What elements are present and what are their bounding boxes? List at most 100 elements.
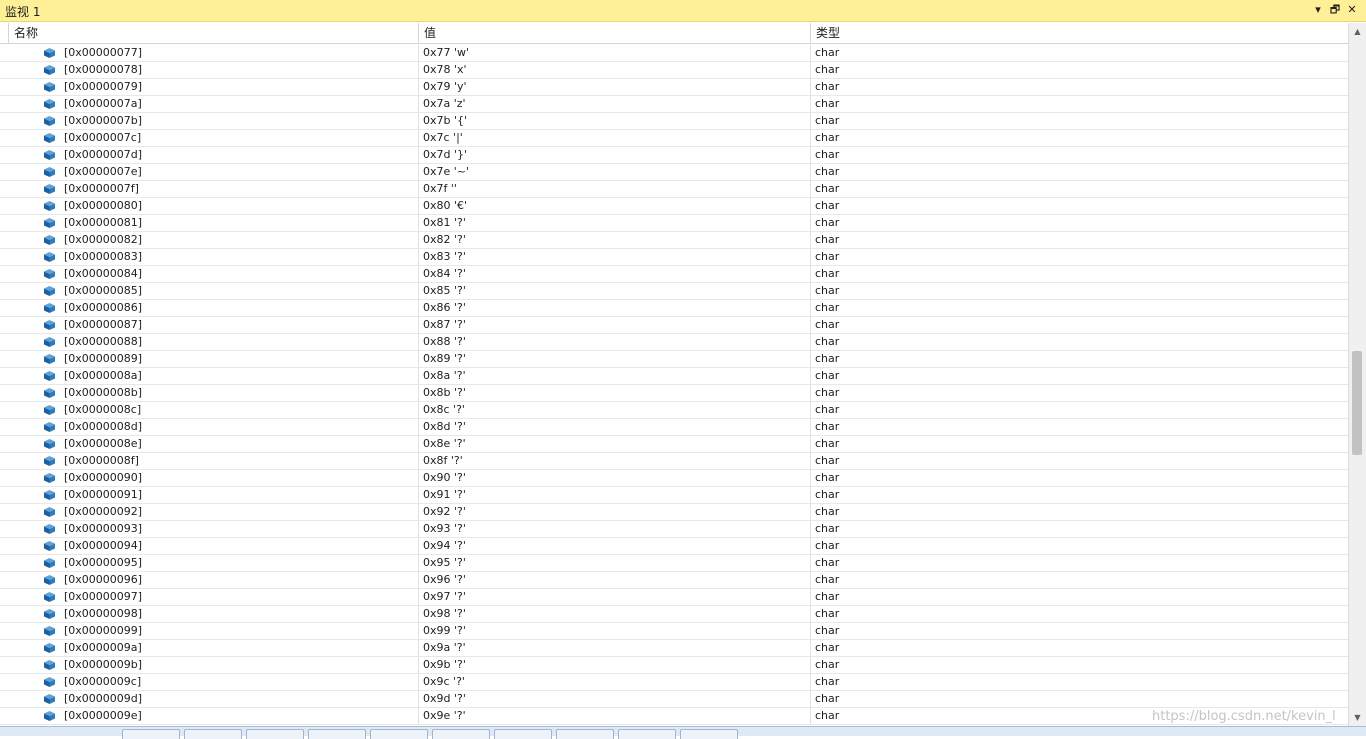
watch-row[interactable]: [0x00000089] 0x89 '?' char bbox=[0, 351, 1348, 368]
watch-row[interactable]: [0x00000085] 0x85 '?' char bbox=[0, 283, 1348, 300]
taskbar-button[interactable] bbox=[122, 729, 180, 739]
watch-row[interactable]: [0x00000080] 0x80 '€' char bbox=[0, 198, 1348, 215]
taskbar-button[interactable] bbox=[494, 729, 552, 739]
watch-row-value[interactable]: 0x8c '?' bbox=[418, 402, 810, 418]
watch-row-value[interactable]: 0x9b '?' bbox=[418, 657, 810, 673]
watch-row[interactable]: [0x00000086] 0x86 '?' char bbox=[0, 300, 1348, 317]
watch-row-value[interactable]: 0x77 'w' bbox=[418, 45, 810, 61]
watch-row-value[interactable]: 0x8d '?' bbox=[418, 419, 810, 435]
watch-row[interactable]: [0x00000097] 0x97 '?' char bbox=[0, 589, 1348, 606]
watch-row[interactable]: [0x0000008c] 0x8c '?' char bbox=[0, 402, 1348, 419]
taskbar-button[interactable] bbox=[432, 729, 490, 739]
watch-row[interactable]: [0x00000082] 0x82 '?' char bbox=[0, 232, 1348, 249]
watch-row-value[interactable]: 0x90 '?' bbox=[418, 470, 810, 486]
watch-row-value[interactable]: 0x82 '?' bbox=[418, 232, 810, 248]
watch-row-value[interactable]: 0x9a '?' bbox=[418, 640, 810, 656]
watch-row-value[interactable]: 0x97 '?' bbox=[418, 589, 810, 605]
watch-row-value[interactable]: 0x7f '' bbox=[418, 181, 810, 197]
vertical-scrollbar[interactable]: ▲ ▼ bbox=[1348, 23, 1366, 726]
watch-row[interactable]: [0x00000093] 0x93 '?' char bbox=[0, 521, 1348, 538]
watch-row[interactable]: [0x00000087] 0x87 '?' char bbox=[0, 317, 1348, 334]
watch-row[interactable]: [0x0000009d] 0x9d '?' char bbox=[0, 691, 1348, 708]
watch-row-value[interactable]: 0x78 'x' bbox=[418, 62, 810, 78]
watch-row[interactable]: [0x00000091] 0x91 '?' char bbox=[0, 487, 1348, 504]
watch-row[interactable]: [0x00000078] 0x78 'x' char bbox=[0, 62, 1348, 79]
watch-row[interactable]: [0x0000008e] 0x8e '?' char bbox=[0, 436, 1348, 453]
watch-row-value[interactable]: 0x83 '?' bbox=[418, 249, 810, 265]
watch-row[interactable]: [0x0000007c] 0x7c '|' char bbox=[0, 130, 1348, 147]
taskbar-button[interactable] bbox=[184, 729, 242, 739]
watch-row[interactable]: [0x0000009e] 0x9e '?' char bbox=[0, 708, 1348, 725]
watch-row-value[interactable]: 0x8a '?' bbox=[418, 368, 810, 384]
watch-row[interactable]: [0x0000007d] 0x7d '}' char bbox=[0, 147, 1348, 164]
watch-row-value[interactable]: 0x9c '?' bbox=[418, 674, 810, 690]
watch-row[interactable]: [0x00000094] 0x94 '?' char bbox=[0, 538, 1348, 555]
watch-row-value[interactable]: 0x87 '?' bbox=[418, 317, 810, 333]
watch-row[interactable]: [0x0000007b] 0x7b '{' char bbox=[0, 113, 1348, 130]
watch-row-value[interactable]: 0x96 '?' bbox=[418, 572, 810, 588]
taskbar-button[interactable] bbox=[556, 729, 614, 739]
watch-row-value[interactable]: 0x79 'y' bbox=[418, 79, 810, 95]
watch-row[interactable]: [0x00000092] 0x92 '?' char bbox=[0, 504, 1348, 521]
watch-row-value[interactable]: 0x9e '?' bbox=[418, 708, 810, 724]
watch-row-value[interactable]: 0x81 '?' bbox=[418, 215, 810, 231]
watch-row[interactable]: [0x0000007f] 0x7f '' char bbox=[0, 181, 1348, 198]
watch-row-value[interactable]: 0x8f '?' bbox=[418, 453, 810, 469]
watch-row[interactable]: [0x00000084] 0x84 '?' char bbox=[0, 266, 1348, 283]
taskbar-button[interactable] bbox=[370, 729, 428, 739]
watch-row-value[interactable]: 0x91 '?' bbox=[418, 487, 810, 503]
column-header-name[interactable]: 名称 bbox=[8, 23, 418, 43]
watch-row-value[interactable]: 0x85 '?' bbox=[418, 283, 810, 299]
watch-row[interactable]: [0x00000090] 0x90 '?' char bbox=[0, 470, 1348, 487]
watch-row-value[interactable]: 0x8b '?' bbox=[418, 385, 810, 401]
watch-row-value[interactable]: 0x88 '?' bbox=[418, 334, 810, 350]
watch-row[interactable]: [0x0000008f] 0x8f '?' char bbox=[0, 453, 1348, 470]
watch-row[interactable]: [0x0000008b] 0x8b '?' char bbox=[0, 385, 1348, 402]
watch-row-value[interactable]: 0x99 '?' bbox=[418, 623, 810, 639]
scrollbar-thumb[interactable] bbox=[1352, 351, 1362, 455]
watch-row-value[interactable]: 0x8e '?' bbox=[418, 436, 810, 452]
watch-row-value[interactable]: 0x95 '?' bbox=[418, 555, 810, 571]
watch-row-value[interactable]: 0x94 '?' bbox=[418, 538, 810, 554]
watch-row[interactable]: [0x00000095] 0x95 '?' char bbox=[0, 555, 1348, 572]
watch-row[interactable]: [0x00000077] 0x77 'w' char bbox=[0, 45, 1348, 62]
column-header-value[interactable]: 值 bbox=[418, 23, 810, 43]
watch-row[interactable]: [0x0000009a] 0x9a '?' char bbox=[0, 640, 1348, 657]
taskbar-button[interactable] bbox=[246, 729, 304, 739]
column-header-type[interactable]: 类型 bbox=[810, 23, 1348, 43]
scroll-up-arrow-icon[interactable]: ▲ bbox=[1349, 23, 1366, 40]
watch-row[interactable]: [0x00000098] 0x98 '?' char bbox=[0, 606, 1348, 623]
taskbar-button[interactable] bbox=[680, 729, 738, 739]
watch-row[interactable]: [0x00000088] 0x88 '?' char bbox=[0, 334, 1348, 351]
restore-window-icon[interactable]: 🗗 bbox=[1327, 2, 1343, 18]
watch-row-value[interactable]: 0x7c '|' bbox=[418, 130, 810, 146]
watch-row[interactable]: [0x00000081] 0x81 '?' char bbox=[0, 215, 1348, 232]
watch-row[interactable]: [0x0000009b] 0x9b '?' char bbox=[0, 657, 1348, 674]
watch-row[interactable]: [0x0000008a] 0x8a '?' char bbox=[0, 368, 1348, 385]
watch-row[interactable]: [0x00000099] 0x99 '?' char bbox=[0, 623, 1348, 640]
watch-row-value[interactable]: 0x80 '€' bbox=[418, 198, 810, 214]
watch-row[interactable]: [0x00000079] 0x79 'y' char bbox=[0, 79, 1348, 96]
watch-row-value[interactable]: 0x7e '~' bbox=[418, 164, 810, 180]
watch-row[interactable]: [0x0000009c] 0x9c '?' char bbox=[0, 674, 1348, 691]
watch-row[interactable]: [0x00000083] 0x83 '?' char bbox=[0, 249, 1348, 266]
watch-row[interactable]: [0x00000096] 0x96 '?' char bbox=[0, 572, 1348, 589]
watch-row-value[interactable]: 0x92 '?' bbox=[418, 504, 810, 520]
taskbar-button[interactable] bbox=[308, 729, 366, 739]
watch-row[interactable]: [0x0000007e] 0x7e '~' char bbox=[0, 164, 1348, 181]
watch-row-value[interactable]: 0x98 '?' bbox=[418, 606, 810, 622]
watch-row-value[interactable]: 0x7b '{' bbox=[418, 113, 810, 129]
watch-row-value[interactable]: 0x7a 'z' bbox=[418, 96, 810, 112]
close-window-icon[interactable]: ✕ bbox=[1344, 2, 1360, 18]
watch-row-value[interactable]: 0x9d '?' bbox=[418, 691, 810, 707]
taskbar-button[interactable] bbox=[618, 729, 676, 739]
window-position-dropdown-icon[interactable]: ▾ bbox=[1310, 2, 1326, 18]
watch-row-value[interactable]: 0x7d '}' bbox=[418, 147, 810, 163]
watch-row-value[interactable]: 0x89 '?' bbox=[418, 351, 810, 367]
watch-row[interactable]: [0x0000007a] 0x7a 'z' char bbox=[0, 96, 1348, 113]
watch-row-value[interactable]: 0x86 '?' bbox=[418, 300, 810, 316]
watch-row-value[interactable]: 0x84 '?' bbox=[418, 266, 810, 282]
watch-row[interactable]: [0x0000008d] 0x8d '?' char bbox=[0, 419, 1348, 436]
watch-row-value[interactable]: 0x93 '?' bbox=[418, 521, 810, 537]
scroll-down-arrow-icon[interactable]: ▼ bbox=[1349, 709, 1366, 726]
